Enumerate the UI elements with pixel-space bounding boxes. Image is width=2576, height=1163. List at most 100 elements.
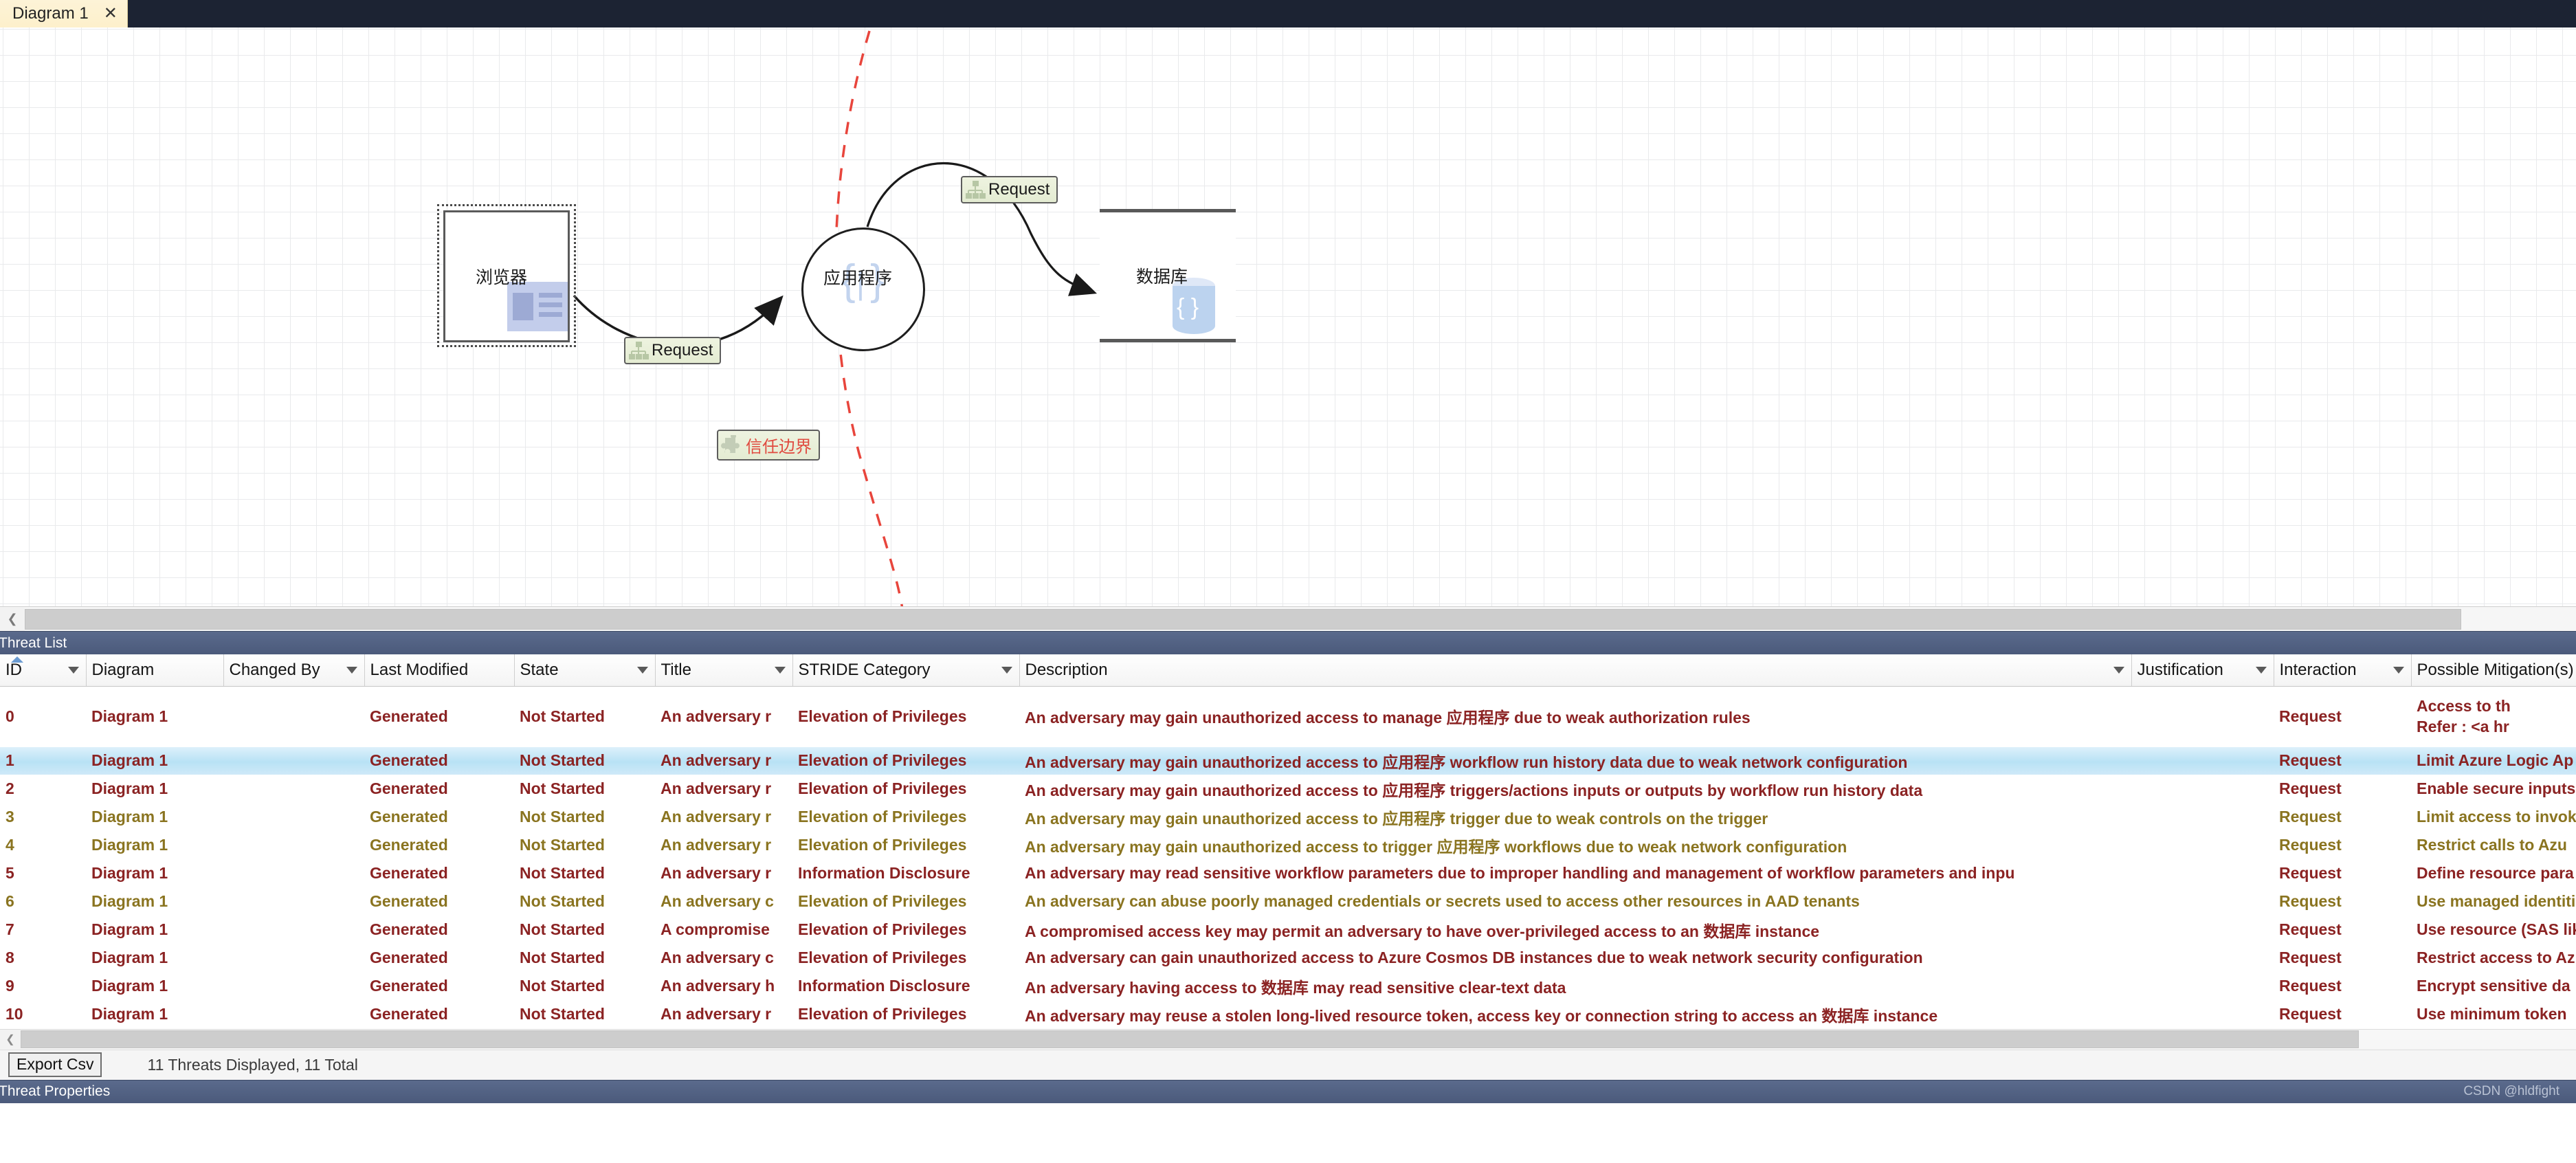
table-row[interactable]: 5 Diagram 1 Generated Not Started An adversa… [0,859,2576,888]
scroll-left-icon[interactable]: ❮ [0,607,25,631]
cell-justification [2131,831,2274,860]
flow-label-text: Request [988,180,1050,199]
cell-id: 5 [0,859,86,888]
scroll-left-icon[interactable]: ❮ [0,1030,21,1049]
tab-diagram-1[interactable]: Diagram 1 ✕ [0,0,128,27]
cell-id: 8 [0,944,86,973]
table-row[interactable]: 2 Diagram 1 Generated Not Started An adversa… [0,775,2576,804]
browser-window-icon [507,282,568,331]
cell-justification [2131,887,2274,916]
cell-last-modified: Generated [364,686,514,747]
column-header-possible-mitigations[interactable]: Possible Mitigation(s) [2411,654,2576,687]
cell-last-modified: Generated [364,887,514,916]
threat-table: ID Diagram Changed By Last Modified Stat… [0,654,2576,1029]
table-row[interactable]: 10 Diagram 1 Generated Not Started An advers… [0,1000,2576,1029]
scroll-thumb[interactable] [25,608,2461,630]
cell-changed-by [223,1000,364,1029]
cell-diagram: Diagram 1 [86,831,223,860]
cell-title: An adversary c [655,887,792,916]
column-header-diagram[interactable]: Diagram [86,654,224,687]
cell-stride: Information Disclosure [792,859,1019,888]
cell-stride: Elevation of Privileges [792,746,1019,775]
cell-changed-by [223,972,364,1001]
table-row[interactable]: 4 Diagram 1 Generated Not Started An adversa… [0,831,2576,860]
cell-id: 2 [0,775,86,804]
column-header-description[interactable]: Description [1019,654,2132,687]
cell-last-modified: Generated [364,831,514,860]
column-label: Possible Mitigation(s) [2417,660,2574,679]
export-csv-button[interactable]: Export Csv [8,1052,102,1077]
table-row[interactable]: 0 Diagram 1 Generated Not Started An adversa… [0,686,2576,747]
cell-description: An adversary may reuse a stolen long-liv… [1019,1000,2131,1029]
chevron-down-icon[interactable] [774,666,786,674]
column-header-changed-by[interactable]: Changed By [223,654,365,687]
chevron-down-icon[interactable] [636,666,648,674]
cell-changed-by [223,859,364,888]
threat-list-hscrollbar[interactable]: ❮ [0,1028,2576,1050]
cell-state: Not Started [514,775,655,804]
column-label: ID [5,660,22,679]
scroll-track[interactable] [21,1030,2576,1049]
cell-justification [2131,916,2274,944]
trust-boundary-text: 信任边界 [746,438,812,456]
cell-title: An adversary r [655,803,792,832]
table-row[interactable]: 6 Diagram 1 Generated Not Started An adversa… [0,887,2576,916]
chevron-down-icon[interactable] [2255,666,2267,674]
canvas-hscrollbar[interactable]: ❮ [0,606,2576,631]
cell-justification [2131,859,2274,888]
cell-id: 7 [0,916,86,944]
cell-diagram: Diagram 1 [86,1000,223,1029]
cell-description: An adversary can abuse poorly managed cr… [1019,887,2131,916]
cell-mitigations: Enable secure inputs [2411,775,2576,804]
cell-diagram: Diagram 1 [86,746,223,775]
cell-id: 10 [0,1000,86,1029]
cell-description: An adversary may gain unauthorized acces… [1019,686,2131,747]
column-header-justification[interactable]: Justification [2131,654,2274,687]
trust-boundary-label[interactable]: 信任边界 [717,430,820,461]
column-label: State [520,660,559,679]
table-row[interactable]: 3 Diagram 1 Generated Not Started An adversa… [0,803,2576,832]
cell-changed-by [223,803,364,832]
threat-properties-title: Threat Properties [0,1083,111,1099]
scroll-thumb[interactable] [21,1030,2359,1048]
cell-state: Not Started [514,916,655,944]
chevron-down-icon[interactable] [2113,666,2124,674]
cell-stride: Elevation of Privileges [792,916,1019,944]
chevron-down-icon[interactable] [2392,666,2404,674]
column-header-last-modified[interactable]: Last Modified [364,654,515,687]
cell-mitigations: Limit Azure Logic Ap [2411,746,2576,775]
column-label: Changed By [229,660,320,679]
chevron-down-icon[interactable] [1001,666,1012,674]
table-row[interactable]: 7 Diagram 1 Generated Not Started A compromi… [0,916,2576,944]
table-row[interactable]: 1 Diagram 1 Generated Not Started An adversa… [0,746,2576,775]
cell-mitigations: Access to th Refer : <a hr [2411,686,2576,747]
cell-last-modified: Generated [364,803,514,832]
chevron-down-icon[interactable] [346,666,357,674]
flow-label-request-2[interactable]: Request [961,176,1058,203]
column-label: Description [1025,660,1108,679]
chevron-down-icon[interactable] [67,666,79,674]
column-header-id[interactable]: ID [0,654,87,687]
column-header-state[interactable]: State [514,654,656,687]
cell-interaction: Request [2274,746,2411,775]
diagram-canvas[interactable]: 浏览器 应用程序 { | } 数据库 { } Request Request 信… [0,27,2576,606]
watermark: CSDN @hldfight [2463,1084,2560,1098]
close-icon[interactable]: ✕ [104,5,118,22]
cell-changed-by [223,944,364,973]
cell-changed-by [223,887,364,916]
cell-description: An adversary having access to 数据库 may re… [1019,972,2131,1001]
threat-list-table-wrap[interactable]: ID Diagram Changed By Last Modified Stat… [0,654,2576,1029]
table-row[interactable]: 8 Diagram 1 Generated Not Started An adversa… [0,944,2576,973]
cell-diagram: Diagram 1 [86,775,223,804]
node-application-label: 应用程序 [823,269,893,288]
column-header-interaction[interactable]: Interaction [2274,654,2412,687]
column-header-title[interactable]: Title [655,654,793,687]
flow-label-request-1[interactable]: Request [624,337,722,364]
cell-justification [2131,803,2274,832]
cell-description: A compromised access key may permit an a… [1019,916,2131,944]
scroll-track[interactable] [25,607,2576,631]
table-row[interactable]: 9 Diagram 1 Generated Not Started An adversa… [0,972,2576,1001]
column-header-stride-category[interactable]: STRIDE Category [792,654,1020,687]
cell-id: 6 [0,887,86,916]
cell-interaction: Request [2274,944,2411,973]
